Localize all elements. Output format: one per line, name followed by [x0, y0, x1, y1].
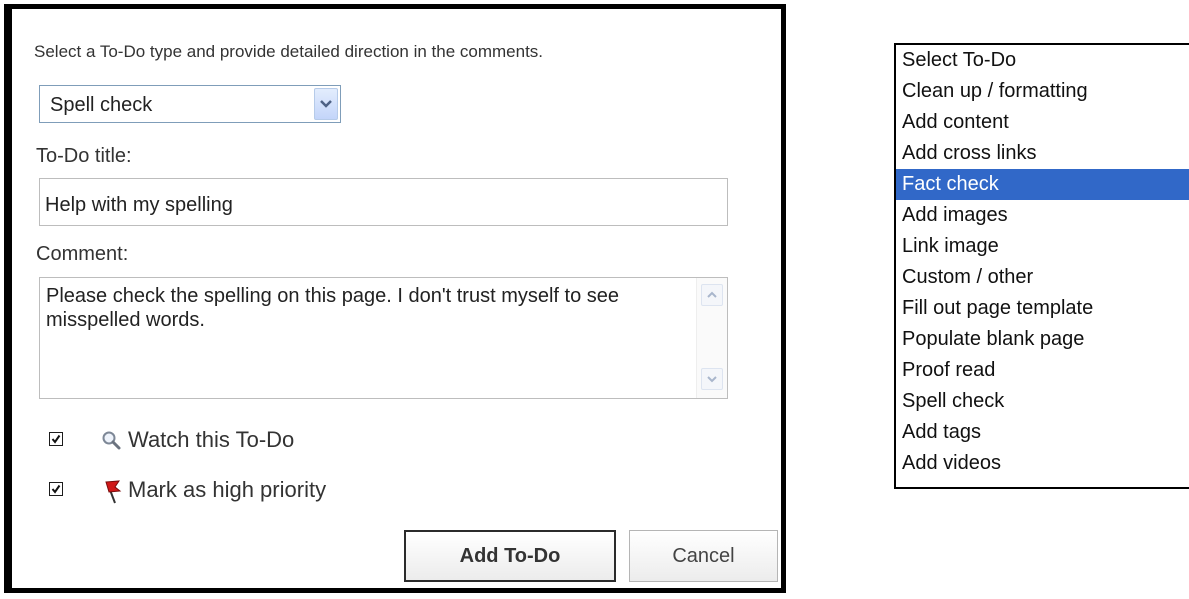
todo-type-option[interactable]: Clean up / formatting: [896, 76, 1189, 107]
comment-textarea[interactable]: Please check the spelling on this page. …: [39, 277, 728, 399]
add-todo-dialog: Select a To-Do type and provide detailed…: [4, 4, 786, 593]
todo-type-option[interactable]: Add videos: [896, 448, 1189, 479]
todo-type-option[interactable]: Add images: [896, 200, 1189, 231]
red-flag-icon: [100, 479, 124, 510]
todo-type-option[interactable]: Select To-Do: [896, 45, 1189, 76]
todo-type-option[interactable]: Populate blank page: [896, 324, 1189, 355]
todo-type-option[interactable]: Add tags: [896, 417, 1189, 448]
comment-scrollbar[interactable]: [696, 278, 727, 398]
comment-text: Please check the spelling on this page. …: [46, 285, 620, 331]
todo-title-label: To-Do title:: [36, 145, 132, 167]
todo-type-option[interactable]: Spell check: [896, 386, 1189, 417]
high-priority-label[interactable]: Mark as high priority: [128, 477, 326, 503]
watch-todo-checkbox[interactable]: [49, 432, 63, 446]
chevron-down-icon[interactable]: [314, 88, 338, 120]
todo-type-option[interactable]: Add content: [896, 107, 1189, 138]
todo-type-selected-value: Spell check: [50, 94, 153, 116]
comment-label: Comment:: [36, 243, 129, 265]
magnifier-icon: [100, 429, 122, 456]
todo-type-option[interactable]: Proof read: [896, 355, 1189, 386]
high-priority-checkbox[interactable]: [49, 482, 63, 496]
instruction-text: Select a To-Do type and provide detailed…: [34, 42, 544, 61]
todo-type-dropdown-list[interactable]: Select To-Do Clean up / formatting Add c…: [894, 43, 1189, 489]
todo-type-option[interactable]: Link image: [896, 231, 1189, 262]
todo-type-option[interactable]: Fill out page template: [896, 293, 1189, 324]
watch-todo-label[interactable]: Watch this To-Do: [128, 427, 294, 453]
todo-type-select[interactable]: Spell check: [39, 85, 341, 123]
todo-type-option[interactable]: Add cross links: [896, 138, 1189, 169]
add-todo-button[interactable]: Add To-Do: [404, 530, 616, 582]
todo-type-option[interactable]: Custom / other: [896, 262, 1189, 293]
cancel-button[interactable]: Cancel: [629, 530, 778, 582]
todo-type-option-highlighted[interactable]: Fact check: [896, 169, 1189, 200]
todo-title-input[interactable]: [39, 178, 728, 226]
scroll-up-button[interactable]: [701, 284, 723, 306]
scroll-down-button[interactable]: [701, 368, 723, 390]
